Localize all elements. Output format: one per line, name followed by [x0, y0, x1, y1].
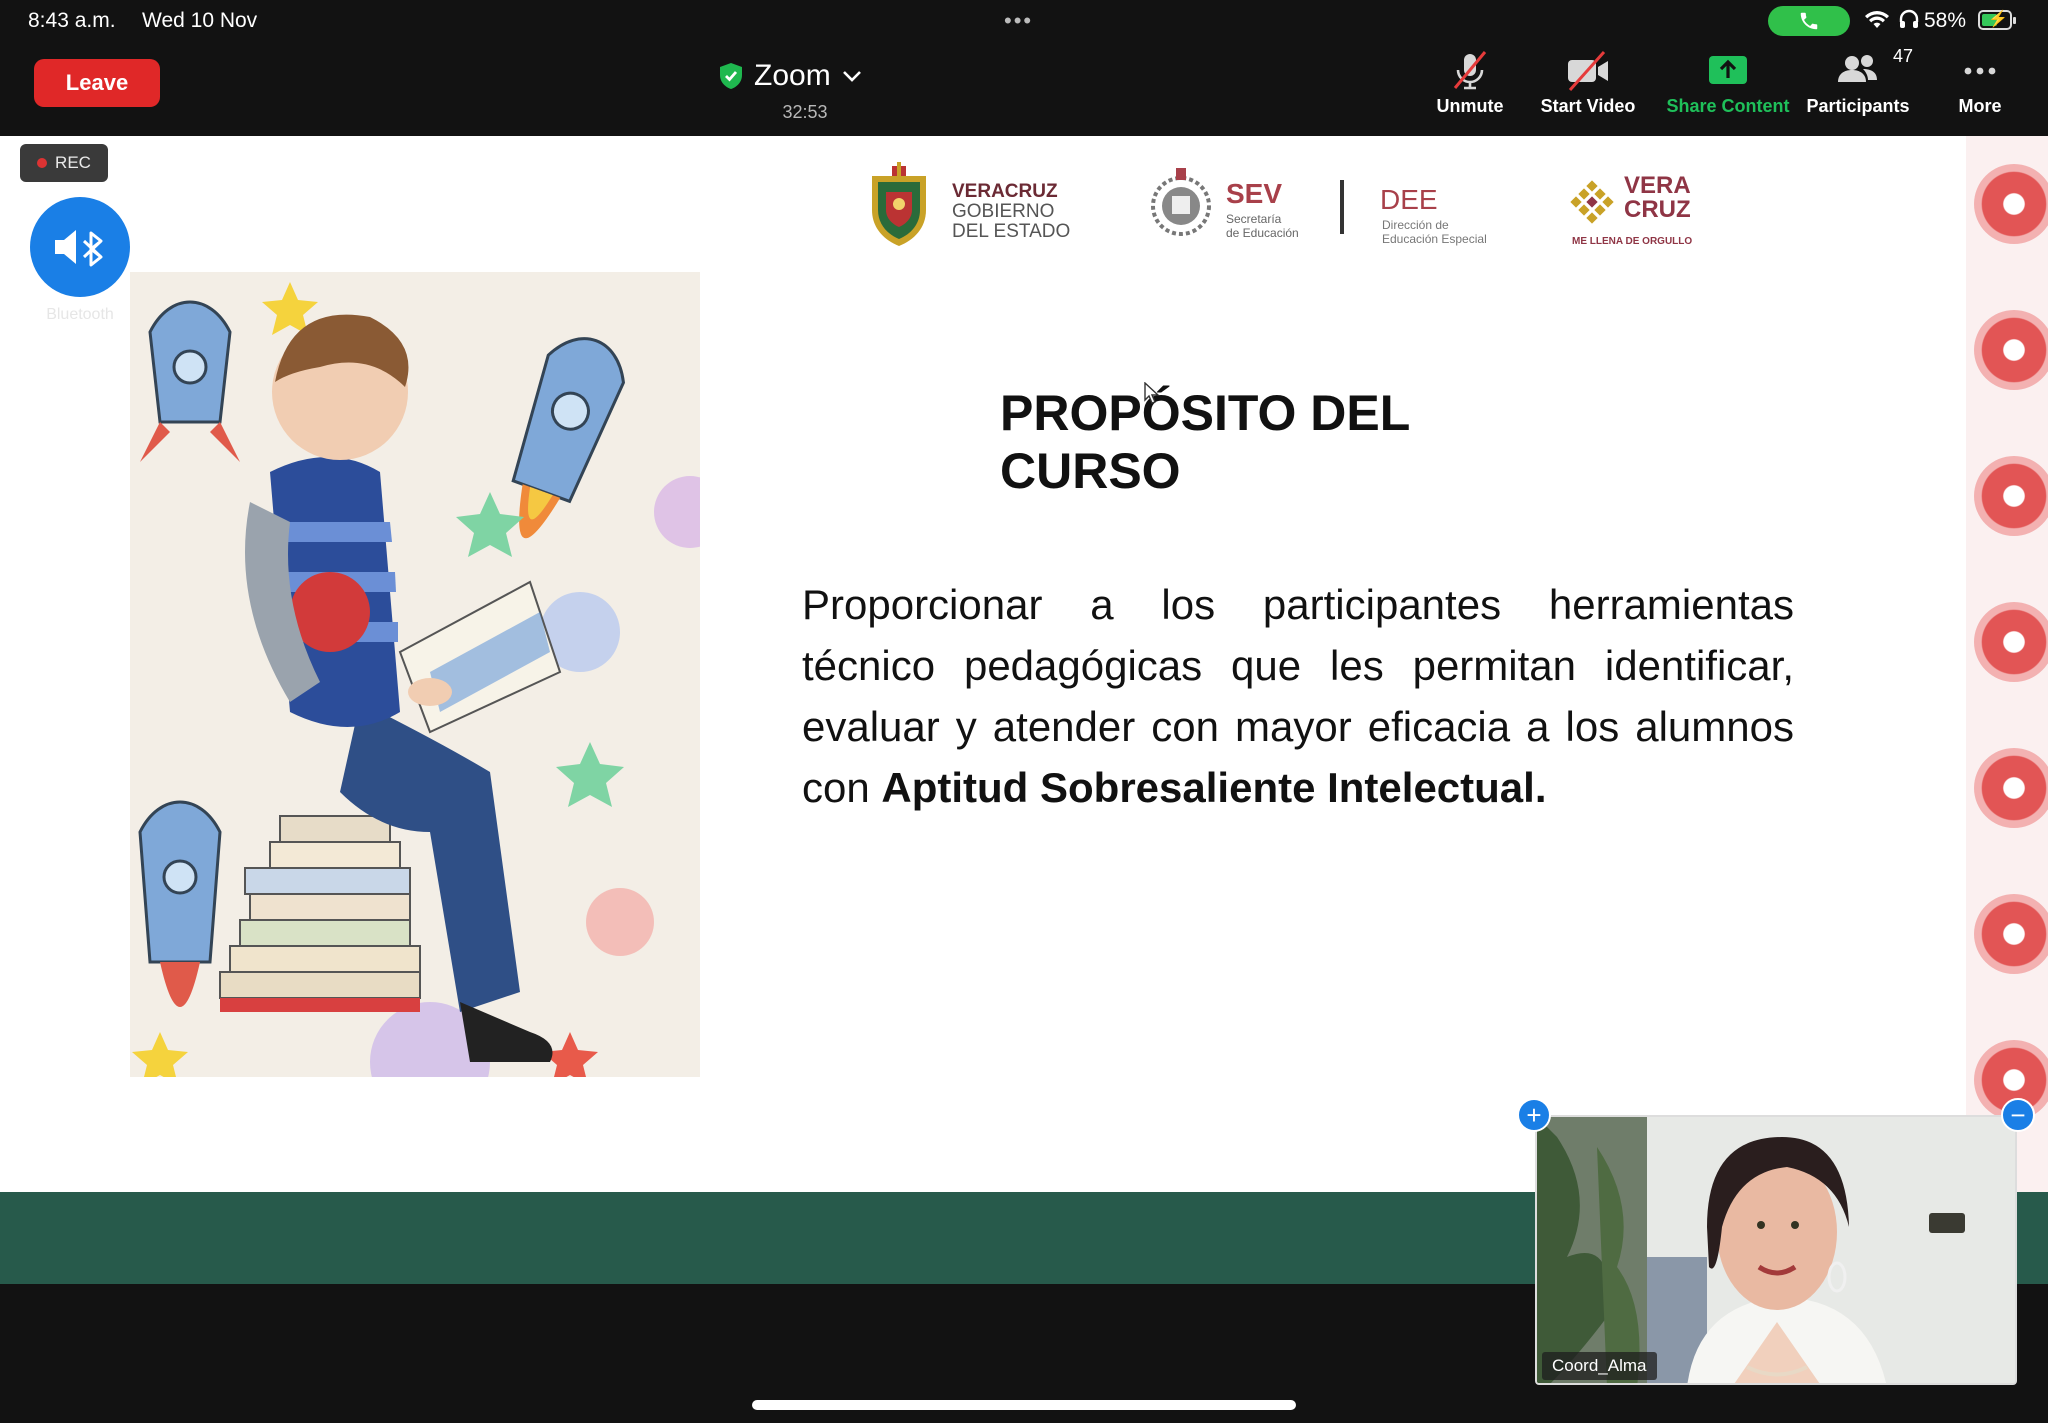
leave-button[interactable]: Leave: [34, 59, 160, 107]
slide-logos: VERACRUZ GOBIERNO DEL ESTADO SEV Secreta…: [864, 158, 1704, 250]
speaker-bluetooth-icon: [55, 230, 103, 267]
start-video-label: Start Video: [1540, 96, 1636, 116]
meeting-toolbar: Leave Zoom 32:53 Unmute Start Video Shar…: [0, 42, 2048, 136]
brand-line1: VERA: [1624, 172, 1691, 199]
decorative-mark: [1974, 748, 2048, 828]
active-call-indicator[interactable]: [1768, 6, 1850, 36]
sev-sub-line1: Secretaría: [1226, 212, 1282, 226]
veracruz-brand-name: VERA CRUZ: [1624, 174, 1691, 222]
home-indicator[interactable]: [752, 1400, 1296, 1410]
participants-button[interactable]: 47 Participants: [1802, 46, 1914, 132]
battery-percent: 58%: [1924, 9, 1967, 32]
sev-subtitle: Secretaría de Educación: [1226, 212, 1299, 240]
sev-seal-icon: [1151, 168, 1211, 236]
decorative-mark: [1974, 894, 2048, 974]
more-button[interactable]: More: [1942, 48, 2018, 132]
dee-sub-line1: Dirección de: [1382, 218, 1449, 232]
dee-title: DEE: [1380, 184, 1438, 215]
muted-microphone-icon: [1447, 48, 1493, 94]
decorative-mark: [1974, 310, 2048, 390]
slide-body-bold: Aptitud Sobresaliente Intelectual.: [881, 764, 1547, 811]
slide-body-text: Proporcionar a los participantes herrami…: [802, 574, 1794, 818]
video-tile-collapse-button[interactable]: −: [2001, 1098, 2035, 1132]
status-date: Wed 10 Nov: [142, 9, 258, 32]
video-off-icon: [1564, 48, 1612, 94]
recording-dot-icon: [37, 158, 48, 168]
share-screen-icon: [1705, 48, 1751, 94]
dee-subtitle: Dirección de Educación Especial: [1382, 218, 1487, 246]
unmute-label: Unmute: [1436, 96, 1504, 116]
participants-count: 47: [1892, 46, 1913, 66]
sev-logo: SEV Secretaría de Educación: [1150, 166, 1310, 242]
video-tile-expand-button[interactable]: +: [1517, 1098, 1551, 1132]
veracruz-logo-text: VERACRUZ GOBIERNO DEL ESTADO: [952, 182, 1070, 242]
recording-indicator[interactable]: REC: [20, 144, 108, 182]
decorative-mark: [1974, 164, 2048, 244]
sev-title: SEV: [1226, 178, 1283, 209]
veracruz-logo-line2: GOBIERNO: [952, 201, 1055, 222]
meeting-title: Zoom: [754, 59, 831, 92]
veracruz-government-logo: VERACRUZ GOBIERNO DEL ESTADO: [864, 162, 1074, 246]
status-time: 8:43 a.m.: [28, 9, 116, 32]
veracruz-logo-line3: DEL ESTADO: [952, 221, 1071, 242]
encryption-shield-icon: [720, 63, 742, 89]
veracruz-coat-of-arms-icon: [872, 162, 926, 246]
participant-name-label: Coord_Alma: [1542, 1352, 1657, 1380]
participants-icon: 47: [1833, 46, 1913, 94]
participant-video-tile[interactable]: [1535, 1115, 2017, 1385]
more-label: More: [1958, 96, 2002, 116]
battery-cap: [2013, 17, 2016, 24]
recording-label: REC: [55, 153, 91, 172]
veracruz-brand-logo: VERA CRUZ ME LLENA DE ORGULLO: [1570, 172, 1700, 250]
bluetooth-audio-label: Bluetooth: [46, 306, 114, 323]
brand-line2: CRUZ: [1624, 196, 1691, 223]
zoom-meeting-screen: 8:43 a.m. Wed 10 Nov ••• 58% ⚡ Leave Zoo…: [0, 0, 2048, 1423]
sev-sub-line2: de Educación: [1226, 226, 1299, 240]
decorative-mark: [1974, 602, 2048, 682]
decorative-mark: [1974, 456, 2048, 536]
meeting-title-dropdown[interactable]: Zoom: [718, 56, 863, 96]
dee-sub-line2: Educación Especial: [1382, 232, 1487, 246]
chevron-down-icon: [842, 71, 861, 82]
more-dots-icon: [1960, 48, 2000, 94]
bluetooth-audio-button[interactable]: [30, 197, 130, 297]
cursor-arrow-icon: [1144, 382, 1160, 404]
veracruz-brand-pattern-icon: [1570, 180, 1614, 224]
meeting-timer: 32:53: [782, 102, 828, 122]
phone-icon: [1800, 12, 1818, 30]
status-bar: 8:43 a.m. Wed 10 Nov ••• 58% ⚡: [0, 0, 2048, 42]
planet-icon: [586, 888, 654, 956]
participants-label: Participants: [1806, 96, 1910, 116]
boy-reading-image: [130, 272, 700, 1077]
share-content-label: Share Content: [1666, 96, 1790, 116]
share-content-button[interactable]: Share Content: [1660, 48, 1796, 132]
wifi-icon: [1865, 11, 1889, 28]
battery-icon: ⚡: [1978, 10, 2016, 30]
multitask-dots[interactable]: •••: [1004, 8, 1033, 34]
slide-title: PROPÓSITO DEL CURSO: [1000, 385, 1410, 499]
logo-divider: [1340, 180, 1344, 234]
boy-reading-illustration: [130, 272, 700, 1077]
unmute-button[interactable]: Unmute: [1414, 48, 1526, 132]
start-video-button[interactable]: Start Video: [1530, 48, 1646, 132]
veracruz-logo-line1: VERACRUZ: [952, 181, 1058, 202]
headphones-icon: [1899, 9, 1919, 28]
slide-decorative-border: [1966, 136, 2048, 1195]
participant-video-frame: [1537, 1117, 2015, 1383]
veracruz-brand-tagline: ME LLENA DE ORGULLO: [1572, 236, 1693, 247]
charging-bolt-icon: ⚡: [1988, 11, 2008, 28]
